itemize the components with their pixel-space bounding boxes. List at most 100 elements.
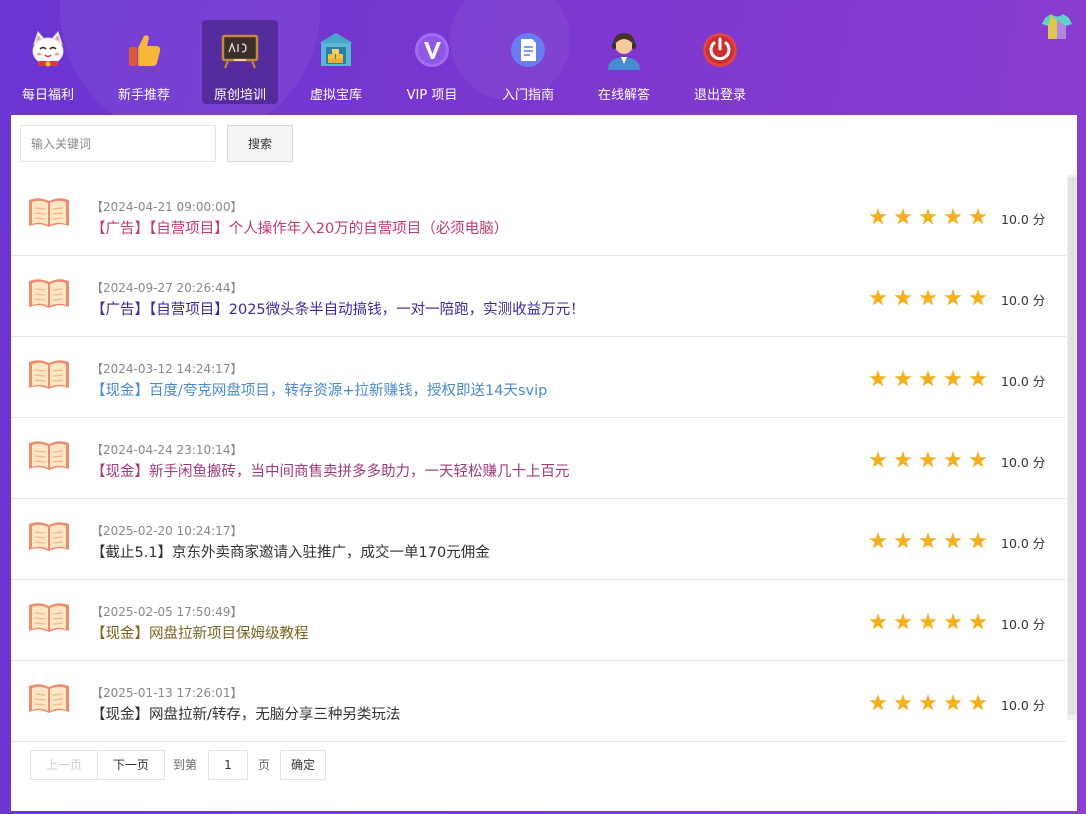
nav-item-virtual-vault[interactable]: 虚拟宝库 xyxy=(298,20,374,104)
item-title-link[interactable]: 【现金】新手闲鱼搬砖，当中间商售卖拼多多助力，一天轻松赚几十上百元 xyxy=(91,460,570,481)
nav-label: 在线解答 xyxy=(597,88,650,103)
star-icon xyxy=(969,208,987,225)
next-page-button[interactable]: 下一页 xyxy=(97,750,165,780)
item-title-link[interactable]: 【现金】网盘拉新/转存，无脑分享三种另类玩法 xyxy=(91,703,400,724)
item-title-link[interactable]: 【现金】网盘拉新项目保姆级教程 xyxy=(91,622,309,643)
goto-label: 到第 xyxy=(173,758,198,772)
star-icon xyxy=(869,613,887,630)
star-icon xyxy=(944,613,962,630)
item-date: 【2025-02-20 10:24:17】 xyxy=(91,524,243,538)
item-date: 【2025-01-13 17:26:01】 xyxy=(91,686,243,700)
star-icon xyxy=(969,289,987,306)
star-rating xyxy=(869,694,987,711)
nav-item-vip-project[interactable]: VIP 项目 xyxy=(394,20,470,104)
list-item[interactable]: 【2025-02-05 17:50:49】【现金】网盘拉新项目保姆级教程 10.0… xyxy=(11,580,1066,661)
book-icon xyxy=(29,198,69,227)
star-icon xyxy=(894,451,912,468)
content-panel: 搜索 【2024-04-21 09:00:00】【广告】【自营项目】个人操作年入… xyxy=(11,115,1077,811)
nav-label: 虚拟宝库 xyxy=(309,88,362,103)
item-title-link[interactable]: 【广告】【自营项目】2025微头条半自动搞钱，一对一陪跑，实测收益万元！ xyxy=(91,298,585,319)
nav-label: 入门指南 xyxy=(501,88,554,103)
star-rating xyxy=(869,289,987,306)
book-icon xyxy=(29,522,69,551)
item-score: 10.0 分 xyxy=(1001,212,1046,227)
nav-label: 退出登录 xyxy=(693,88,746,103)
item-score: 10.0 分 xyxy=(1001,698,1046,713)
support-agent-icon xyxy=(608,33,640,70)
thumbs-up-icon xyxy=(129,35,161,66)
item-score: 10.0 分 xyxy=(1001,455,1046,470)
prev-page-button[interactable]: 上一页 xyxy=(30,750,98,780)
item-score: 10.0 分 xyxy=(1001,536,1046,551)
list-item[interactable]: 【2024-04-24 23:10:14】【现金】新手闲鱼搬砖，当中间商售卖拼多… xyxy=(11,418,1066,499)
search-input[interactable] xyxy=(20,125,216,162)
star-icon xyxy=(919,370,937,387)
star-icon xyxy=(944,532,962,549)
nav-item-daily-welfare[interactable]: 每日福利 xyxy=(10,20,86,104)
article-list: 【2024-04-21 09:00:00】【广告】【自营项目】个人操作年入20万… xyxy=(11,175,1066,742)
star-icon xyxy=(944,694,962,711)
list-item[interactable]: 【2024-03-12 14:24:17】【现金】百度/夸克网盘项目，转存资源+… xyxy=(11,337,1066,418)
item-score: 10.0 分 xyxy=(1001,374,1046,389)
star-icon xyxy=(919,613,937,630)
item-score: 10.0 分 xyxy=(1001,293,1046,308)
nav-item-logout[interactable]: 退出登录 xyxy=(682,20,758,104)
list-item[interactable]: 【2025-02-20 10:24:17】【截止5.1】京东外卖商家邀请入驻推广… xyxy=(11,499,1066,580)
star-icon xyxy=(919,451,937,468)
nav-label: VIP 项目 xyxy=(406,88,458,103)
item-score: 10.0 分 xyxy=(1001,617,1046,632)
scrollbar-thumb[interactable] xyxy=(1068,177,1076,715)
blackboard-icon xyxy=(221,34,259,69)
star-icon xyxy=(869,532,887,549)
item-date: 【2025-02-05 17:50:49】 xyxy=(91,605,243,619)
star-icon xyxy=(944,208,962,225)
star-icon xyxy=(969,694,987,711)
star-rating xyxy=(869,532,987,549)
tshirt-icon[interactable] xyxy=(1042,12,1072,40)
star-rating xyxy=(869,208,987,225)
nav-item-beginner-guide[interactable]: 入门指南 xyxy=(490,20,566,104)
star-icon xyxy=(969,370,987,387)
star-icon xyxy=(944,289,962,306)
vault-icon xyxy=(319,33,353,66)
top-nav: 每日福利 新手推荐 原创培训 虚拟宝库 VIP 项目 入门指南 在线解答 退出登… xyxy=(10,20,778,106)
vip-icon xyxy=(415,33,449,67)
book-icon xyxy=(29,603,69,632)
lucky-cat-icon xyxy=(32,31,64,67)
star-icon xyxy=(919,289,937,306)
star-icon xyxy=(894,289,912,306)
nav-item-original-training[interactable]: 原创培训 xyxy=(202,20,278,104)
list-item[interactable]: 【2025-01-13 17:26:01】【现金】网盘拉新/转存，无脑分享三种另… xyxy=(11,661,1066,742)
list-item[interactable]: 【2024-09-27 20:26:44】【广告】【自营项目】2025微头条半自… xyxy=(11,256,1066,337)
star-rating xyxy=(869,370,987,387)
list-item[interactable]: 【2024-04-21 09:00:00】【广告】【自营项目】个人操作年入20万… xyxy=(11,175,1066,256)
nav-label: 新手推荐 xyxy=(117,88,170,103)
confirm-page-button[interactable]: 确定 xyxy=(280,750,326,780)
nav-item-newbie-recommend[interactable]: 新手推荐 xyxy=(106,20,182,104)
star-icon xyxy=(869,451,887,468)
search-button[interactable]: 搜索 xyxy=(227,125,293,162)
page-number-input[interactable] xyxy=(208,750,248,780)
item-title-link[interactable]: 【现金】百度/夸克网盘项目，转存资源+拉新赚钱，授权即送14天svip xyxy=(91,379,547,400)
star-icon xyxy=(919,694,937,711)
nav-item-online-answer[interactable]: 在线解答 xyxy=(586,20,662,104)
item-date: 【2024-09-27 20:26:44】 xyxy=(91,281,243,295)
star-icon xyxy=(894,694,912,711)
star-icon xyxy=(894,370,912,387)
star-icon xyxy=(894,532,912,549)
item-title-link[interactable]: 【广告】【自营项目】个人操作年入20万的自营项目（必须电脑） xyxy=(91,217,508,238)
page-unit-label: 页 xyxy=(258,758,271,772)
star-icon xyxy=(919,532,937,549)
item-title-link[interactable]: 【截止5.1】京东外卖商家邀请入驻推广，成交一单170元佣金 xyxy=(91,541,490,562)
star-icon xyxy=(919,208,937,225)
star-rating xyxy=(869,613,987,630)
star-icon xyxy=(969,532,987,549)
star-icon xyxy=(869,370,887,387)
nav-label: 每日福利 xyxy=(21,88,74,103)
item-date: 【2024-03-12 14:24:17】 xyxy=(91,362,243,376)
item-date: 【2024-04-21 09:00:00】 xyxy=(91,200,243,214)
item-date: 【2024-04-24 23:10:14】 xyxy=(91,443,243,457)
star-icon xyxy=(944,451,962,468)
nav-label: 原创培训 xyxy=(213,88,266,103)
power-icon xyxy=(703,33,737,67)
